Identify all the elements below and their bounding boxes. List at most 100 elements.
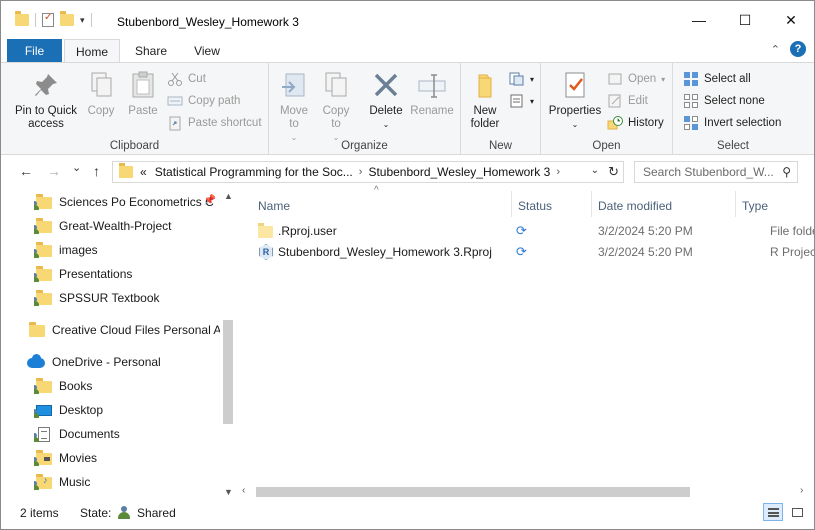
- back-arrow-icon[interactable]: ←: [19, 163, 33, 179]
- scrollbar-thumb[interactable]: [256, 487, 690, 497]
- edit-label: Edit: [628, 95, 648, 107]
- edit-icon: [607, 93, 623, 109]
- properties-button[interactable]: Properties ⌄: [547, 69, 603, 131]
- details-view-button[interactable]: [763, 503, 783, 521]
- nav-item-images[interactable]: images: [34, 239, 220, 261]
- nav-item-documents[interactable]: Documents: [34, 423, 220, 445]
- table-row[interactable]: R Stubenbord_Wesley_Homework 3.Rproj ⟳ 3…: [237, 242, 814, 263]
- nav-item-label: Sciences Po Econometrics C: [59, 195, 214, 209]
- tab-home[interactable]: Home: [64, 39, 120, 63]
- copy-label: Copy: [87, 105, 115, 117]
- delete-button[interactable]: Delete ⌄: [367, 69, 405, 131]
- collapse-ribbon-icon[interactable]: ⌃: [771, 43, 780, 56]
- nav-item-label: Documents: [59, 427, 120, 441]
- scroll-right-icon[interactable]: ›: [800, 485, 803, 496]
- new-item-button[interactable]: ▾: [509, 69, 534, 89]
- file-type: File folder: [770, 224, 814, 238]
- column-header-status[interactable]: Status: [518, 195, 552, 217]
- search-input[interactable]: Search Stubenbord_W... ⚲: [634, 161, 798, 183]
- breadcrumb-statistical-programming[interactable]: Statistical Programming for the Soc...: [155, 165, 353, 179]
- close-button[interactable]: ✕: [768, 1, 814, 39]
- nav-item-books[interactable]: Books: [34, 375, 220, 397]
- nav-item-presentations[interactable]: Presentations: [34, 263, 220, 285]
- address-dropdown-icon[interactable]: ⌄: [591, 165, 599, 176]
- new-folder-label: New folder: [470, 105, 500, 130]
- column-divider[interactable]: [735, 191, 736, 217]
- scroll-up-icon[interactable]: ▲: [224, 191, 233, 201]
- table-row[interactable]: .Rproj.user ⟳ 3/2/2024 5:20 PM File fold…: [237, 221, 814, 242]
- search-placeholder: Search Stubenbord_W...: [643, 165, 774, 179]
- shared-folder-icon: [34, 218, 52, 234]
- nav-item-great-wealth-project[interactable]: Great-Wealth-Project: [34, 215, 220, 237]
- select-none-button[interactable]: Select none: [683, 91, 765, 111]
- breadcrumb-homework-3[interactable]: Stubenbord_Wesley_Homework 3: [368, 165, 550, 179]
- minimize-button[interactable]: —: [676, 1, 722, 39]
- navigation-pane-scrollbar[interactable]: ▲ ▼: [220, 189, 236, 499]
- nav-item-desktop[interactable]: Desktop: [34, 399, 220, 421]
- qat-dropdown-icon[interactable]: ▾: [80, 15, 85, 26]
- search-icon: ⚲: [782, 165, 791, 179]
- column-divider[interactable]: [591, 191, 592, 217]
- edit-button[interactable]: Edit: [607, 91, 648, 111]
- copy-button[interactable]: Copy: [83, 69, 119, 118]
- column-header-type[interactable]: Type: [742, 195, 768, 217]
- column-header-date-modified[interactable]: Date modified: [598, 195, 672, 217]
- nav-item-music[interactable]: Music: [34, 471, 220, 493]
- nav-item-label: OneDrive - Personal: [52, 355, 161, 369]
- pin-to-quick-access-button[interactable]: Pin to Quick access: [9, 69, 83, 131]
- nav-item-movies[interactable]: Movies: [34, 447, 220, 469]
- rename-button[interactable]: Rename: [409, 69, 455, 118]
- nav-item-sciences-po[interactable]: Sciences Po Econometrics C 📌: [34, 191, 220, 213]
- copy-path-button[interactable]: Copy path: [167, 91, 240, 111]
- up-arrow-icon[interactable]: ↑: [93, 163, 100, 179]
- scrollbar-thumb[interactable]: [223, 320, 233, 424]
- address-overflow[interactable]: «: [140, 165, 147, 179]
- scissors-icon: [167, 71, 183, 87]
- nav-item-spssur-textbook[interactable]: SPSSUR Textbook: [34, 287, 220, 309]
- explorer-window: ▾ Stubenbord_Wesley_Homework 3 — ☐ ✕ Fil…: [0, 0, 815, 530]
- recent-locations-icon[interactable]: ⌄: [72, 161, 81, 174]
- column-divider[interactable]: [511, 191, 512, 217]
- tab-share[interactable]: Share: [123, 39, 179, 63]
- column-header-name[interactable]: Name: [258, 195, 290, 217]
- maximize-button[interactable]: ☐: [722, 1, 768, 39]
- status-bar: 2 items State: Shared: [1, 500, 814, 529]
- file-list-horizontal-scrollbar[interactable]: ‹ ›: [237, 484, 814, 500]
- history-button[interactable]: History: [607, 113, 664, 133]
- refresh-icon[interactable]: ↻: [608, 164, 619, 180]
- navigation-bar: ← → ⌄ ↑ « Statistical Programming for th…: [1, 155, 814, 189]
- tab-file[interactable]: File: [7, 39, 62, 63]
- properties-icon[interactable]: [42, 12, 54, 27]
- forward-arrow-icon[interactable]: →: [47, 163, 61, 179]
- movies-folder-icon: [34, 450, 52, 466]
- organize-group-label: Organize: [341, 140, 388, 152]
- cut-button[interactable]: Cut: [167, 69, 206, 89]
- copy-to-button[interactable]: Copy to ⌄: [319, 69, 353, 144]
- paste-icon: [127, 69, 159, 101]
- easy-access-button[interactable]: ▾: [509, 91, 534, 111]
- file-list: Name ^ Status Date modified Type .Rproj.…: [237, 185, 814, 499]
- open-group-label: Open: [592, 140, 621, 152]
- move-to-button[interactable]: Move to ⌄: [277, 69, 311, 144]
- new-folder-button[interactable]: New folder: [465, 69, 505, 131]
- invert-selection-icon: [683, 115, 699, 131]
- open-button[interactable]: Open ▾: [607, 69, 665, 89]
- rproj-file-icon: R: [258, 244, 274, 260]
- scroll-down-icon[interactable]: ▼: [224, 487, 233, 497]
- nav-item-onedrive[interactable]: OneDrive - Personal: [27, 351, 220, 373]
- copy-icon: [85, 69, 117, 101]
- share-state: State: Shared: [80, 506, 176, 520]
- tab-view[interactable]: View: [181, 39, 233, 63]
- help-icon[interactable]: ?: [790, 41, 806, 57]
- select-all-button[interactable]: Select all: [683, 69, 751, 89]
- scroll-left-icon[interactable]: ‹: [242, 485, 245, 496]
- address-bar[interactable]: « Statistical Programming for the Soc...…: [112, 161, 624, 183]
- paste-button[interactable]: Paste: [123, 69, 163, 118]
- delete-label: Delete: [369, 105, 403, 117]
- large-icons-view-button[interactable]: [787, 503, 807, 521]
- paste-shortcut-button[interactable]: Paste shortcut: [167, 113, 262, 133]
- invert-selection-button[interactable]: Invert selection: [683, 113, 781, 133]
- paste-label: Paste: [128, 105, 158, 117]
- new-folder-icon[interactable]: [60, 11, 74, 26]
- nav-item-creative-cloud[interactable]: Creative Cloud Files Personal Ac: [27, 319, 220, 341]
